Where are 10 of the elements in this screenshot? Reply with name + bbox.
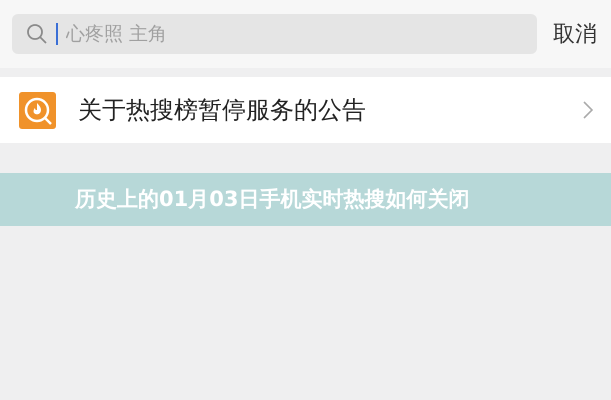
search-icon [26, 23, 48, 45]
result-item[interactable]: 关于热搜榜暂停服务的公告 [0, 77, 611, 143]
result-title: 关于热搜榜暂停服务的公告 [78, 95, 367, 126]
cancel-button[interactable]: 取消 [553, 18, 597, 50]
flame-search-icon [19, 92, 56, 128]
text-cursor [56, 23, 58, 45]
banner-title: 历史上的01月03日手机实时热搜如何关闭 [75, 186, 470, 213]
chevron-right-icon [583, 101, 593, 119]
search-bar[interactable]: 心疼照 主角 [12, 14, 537, 54]
search-input[interactable]: 心疼照 主角 [66, 20, 537, 48]
